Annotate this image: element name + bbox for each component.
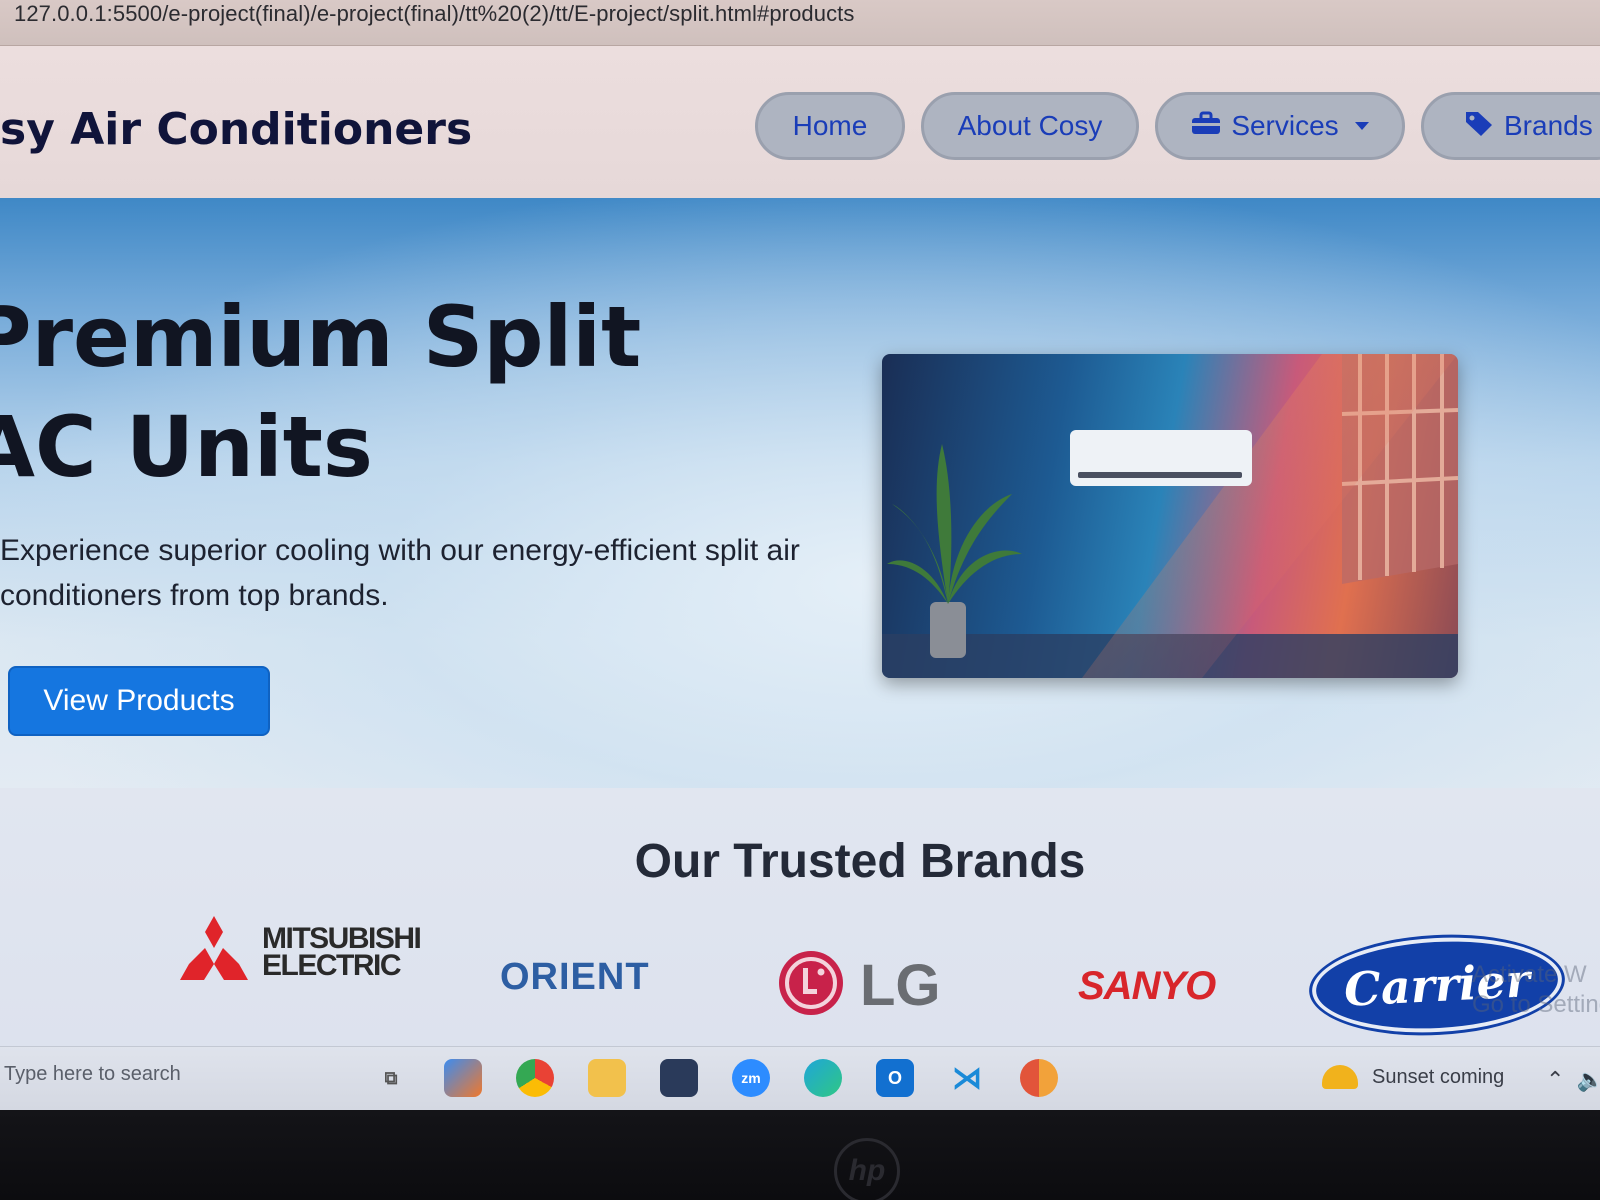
hero-product-image [882,354,1458,678]
nav-about-label: About Cosy [957,110,1103,141]
chrome-canary-icon[interactable] [1020,1059,1058,1097]
chrome-icon[interactable] [516,1059,554,1097]
hp-logo-icon: hp [834,1138,900,1200]
zoom-icon[interactable]: zm [732,1059,770,1097]
mitsubishi-line2: ELECTRIC [262,948,402,982]
outlook-icon[interactable]: O [876,1059,914,1097]
nav-services-dropdown[interactable]: Services [1155,92,1405,160]
mitsubishi-diamonds-icon [176,916,252,987]
mitsubishi-line1: MITSUBISHI [262,921,422,955]
widgets-icon[interactable] [444,1059,482,1097]
system-tray: ⌃ 🔈 [1546,1067,1600,1093]
terminal-icon[interactable] [660,1059,698,1097]
nav-services-label: Services [1231,110,1339,141]
nav-brands-button[interactable]: Brands [1421,92,1600,160]
os-taskbar: Type here to search ⧉ zm O ⋊ Sunset comi… [0,1046,1600,1110]
nav-about-button[interactable]: About Cosy [921,92,1139,160]
brand-logo-lg[interactable]: LG [776,948,941,1023]
nav-home-button[interactable]: Home [755,92,905,160]
lg-face-icon [776,948,846,1023]
lg-wordmark: LG [860,953,941,1018]
brands-heading: Our Trusted Brands [634,835,1086,888]
chevron-up-icon[interactable]: ⌃ [1546,1067,1564,1093]
nav-brands-label: Brands [1504,110,1593,141]
url-text: 127.0.0.1:5500/e-project(final)/e-projec… [14,0,855,26]
site-title: sy Air Conditioners [0,104,473,155]
taskbar-search-input[interactable]: Type here to search [0,1053,350,1099]
brand-logo-mitsubishi[interactable]: MITSUBISHI ELECTRIC [176,916,422,987]
activate-windows-watermark: Activate W Go to Setting [1472,960,1600,1020]
site-header: sy Air Conditioners Home About Cosy Serv… [0,46,1600,198]
weather-text: Sunset coming [1372,1065,1505,1088]
vscode-icon[interactable]: ⋊ [948,1059,986,1097]
brand-logo-orient[interactable]: ORIENT [500,956,650,999]
laptop-bezel: hp [0,1110,1600,1200]
hero-title: Premium Split AC Units [0,288,642,496]
edge-icon[interactable] [804,1059,842,1097]
tag-icon [1464,109,1494,144]
task-view-icon[interactable]: ⧉ [372,1059,410,1097]
watermark-line2: Go to Setting [1472,991,1600,1018]
watermark-line1: Activate W [1472,961,1587,988]
sunset-icon [1322,1065,1358,1089]
toolbox-icon [1191,110,1221,142]
brand-logo-sanyo[interactable]: SANYO [1078,964,1216,1009]
brands-section: Our Trusted Brands MITSUBISHI ELECTRIC O… [0,788,1600,1046]
nav-home-label: Home [792,110,868,141]
main-nav: Home About Cosy Services Brands [755,92,1600,160]
address-bar[interactable]: 127.0.0.1:5500/e-project(final)/e-projec… [0,0,1600,46]
chevron-down-icon [1354,122,1369,130]
taskbar-apps: ⧉ zm O ⋊ [372,1059,1058,1097]
hero-section: Premium Split AC Units Experience superi… [0,198,1600,788]
speaker-icon[interactable]: 🔈 [1576,1067,1600,1093]
file-explorer-icon[interactable] [588,1059,626,1097]
weather-widget[interactable]: Sunset coming [1322,1065,1504,1089]
view-products-button[interactable]: View Products [8,666,270,736]
hero-description: Experience superior cooling with our ene… [0,534,800,612]
